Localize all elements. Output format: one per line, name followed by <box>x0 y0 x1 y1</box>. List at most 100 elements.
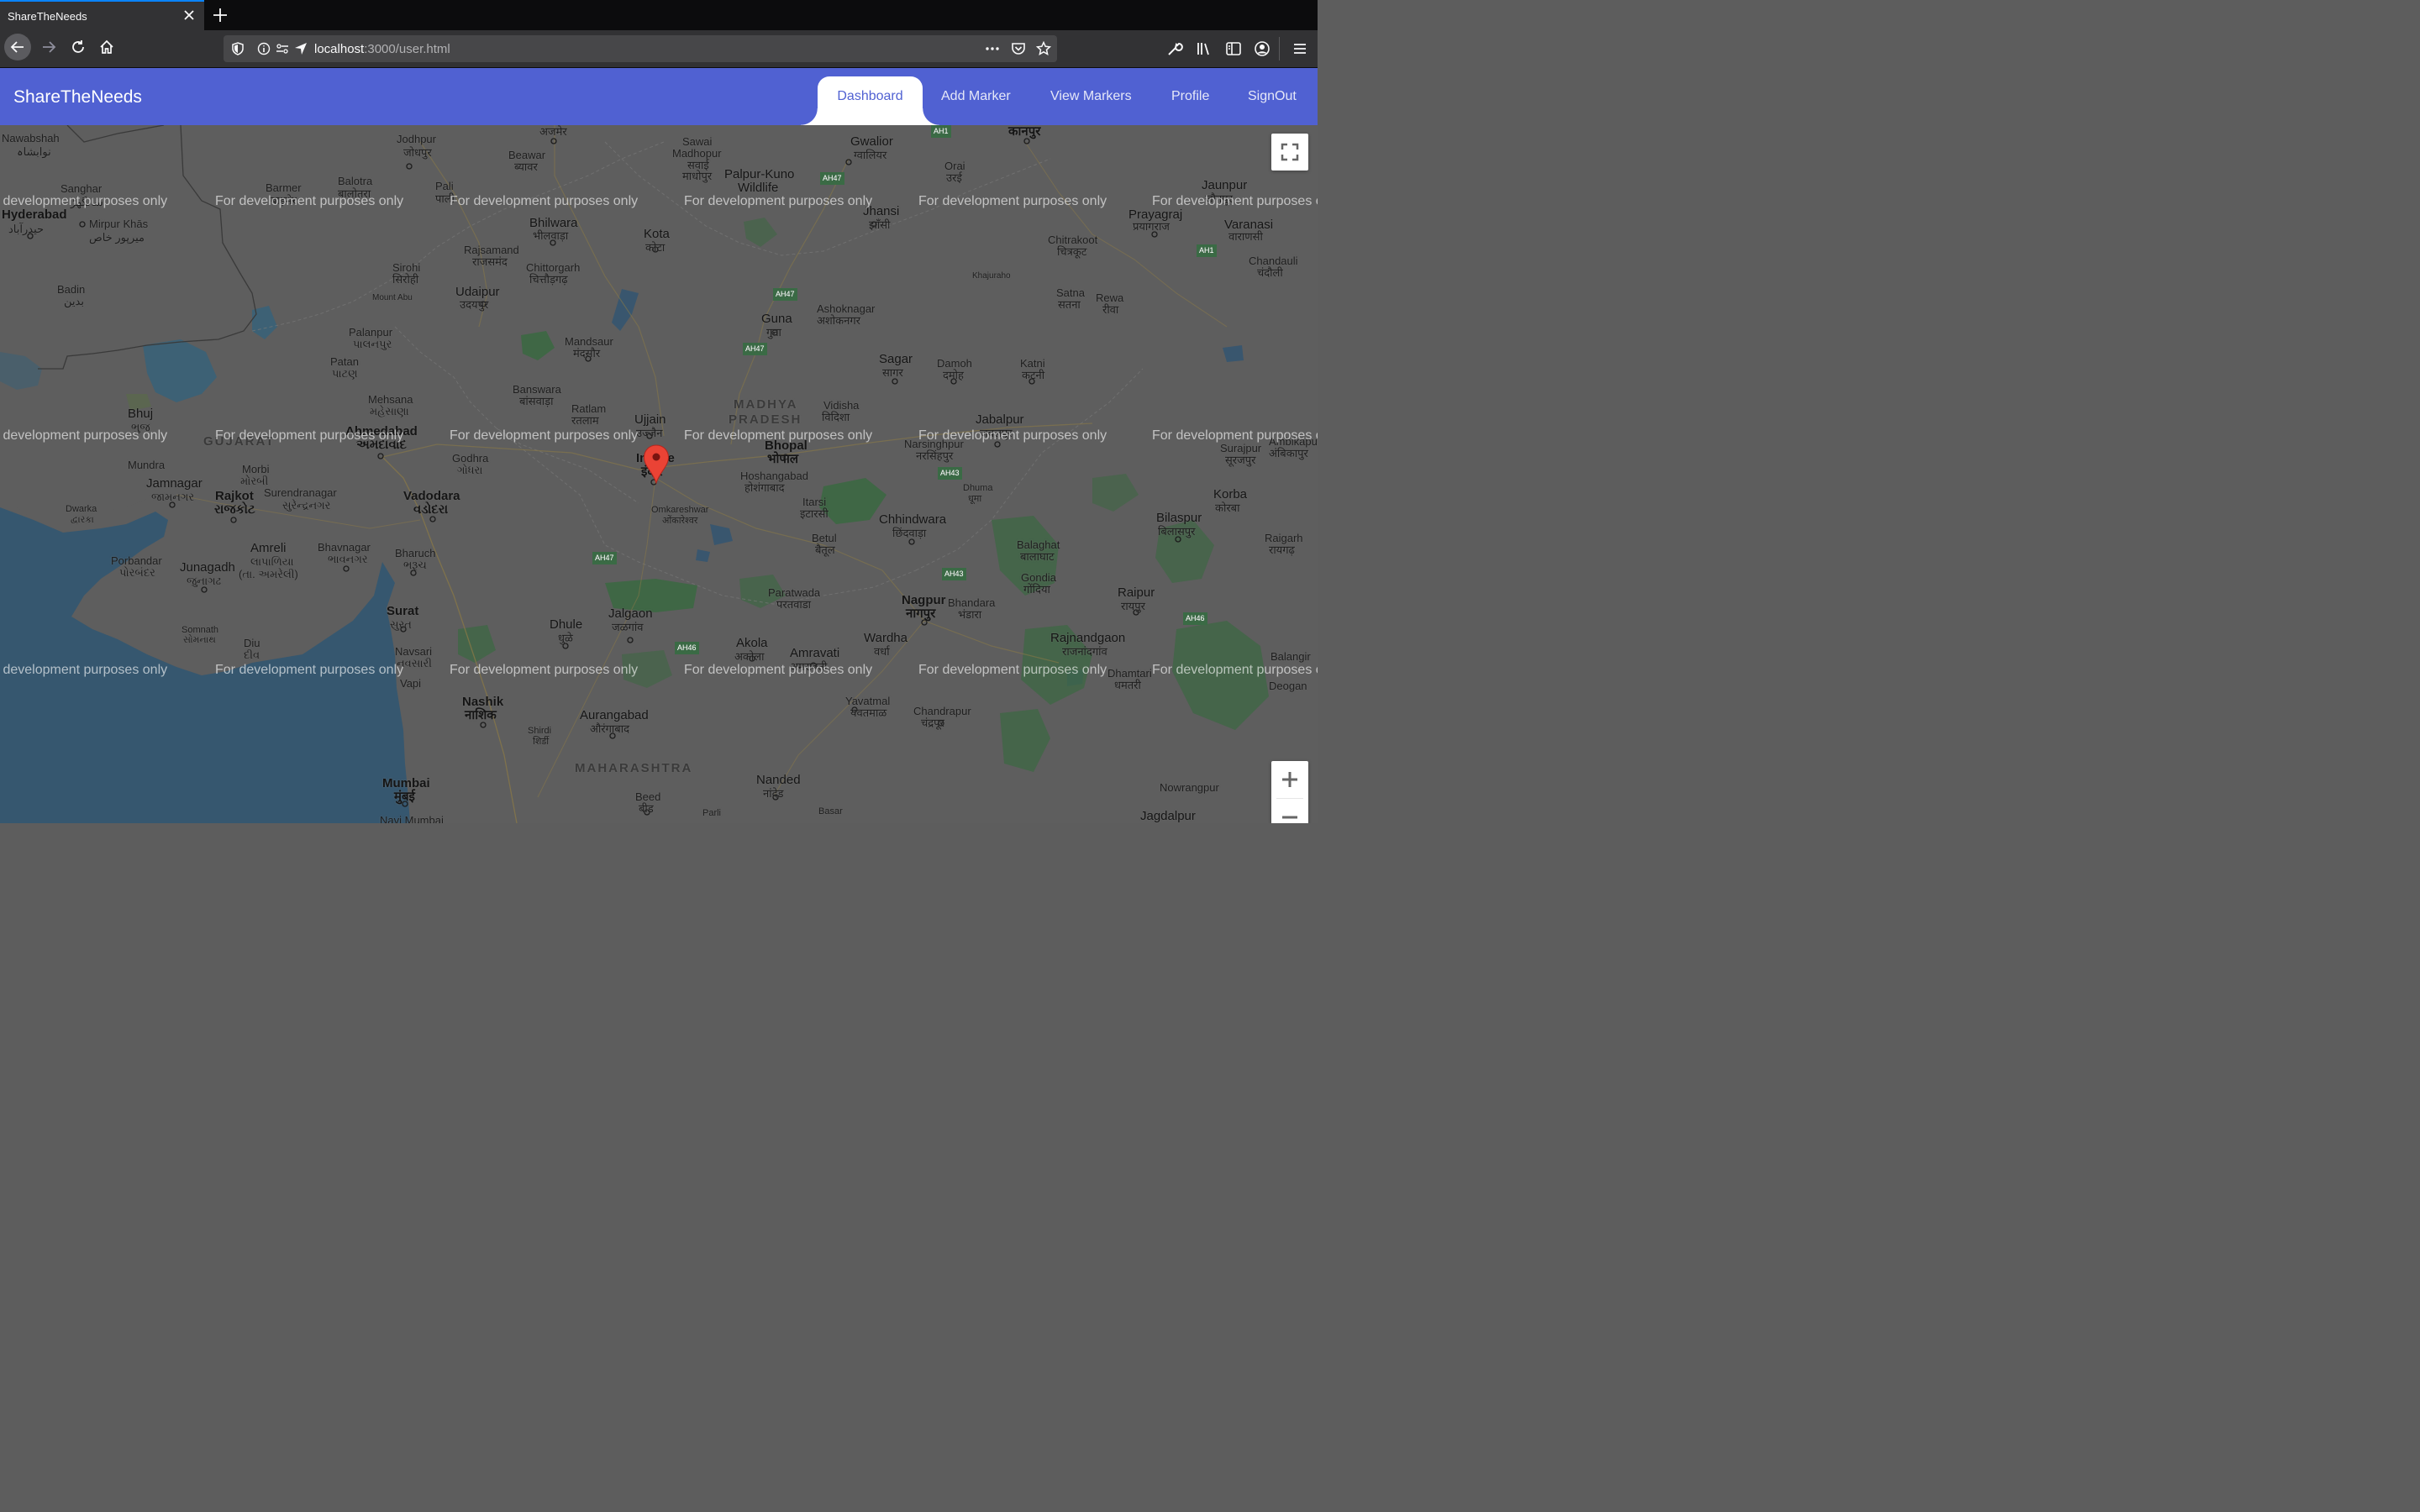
place-label: Bilaspur <box>1156 511 1202 525</box>
home-button[interactable] <box>93 34 120 60</box>
place-label: Korba <box>1213 487 1248 501</box>
place-label: Junagadh <box>180 560 235 575</box>
location-arrow-icon[interactable] <box>294 42 308 55</box>
place-label: Chandrapur <box>913 705 971 717</box>
shield-icon[interactable] <box>231 42 245 55</box>
sidebar-icon[interactable] <box>1225 40 1242 57</box>
zoom-out-button[interactable] <box>1271 799 1308 823</box>
info-icon[interactable] <box>257 42 271 55</box>
dev-watermark: For development purposes only <box>0 194 168 208</box>
zoom-control <box>1271 761 1308 823</box>
plus-icon[interactable] <box>212 7 229 24</box>
place-label: नांदेड <box>763 787 784 800</box>
fullscreen-button[interactable] <box>1271 134 1308 171</box>
place-label: بدین <box>64 295 84 307</box>
place-label: रायपुर <box>1121 600 1145 612</box>
place-label: वर्धा <box>874 645 890 658</box>
back-button[interactable] <box>4 34 31 60</box>
place-label: Balangir <box>1270 650 1311 663</box>
place-label: વડોદરા <box>413 502 449 517</box>
place-label: Rajkot <box>215 489 254 503</box>
library-icon[interactable] <box>1196 40 1213 57</box>
account-icon[interactable] <box>1254 40 1270 57</box>
place-label: Bhilwara <box>529 216 578 230</box>
place-label: Bhandara <box>948 596 996 609</box>
nav-add-marker[interactable]: Add Marker <box>941 89 1011 104</box>
browser-tab[interactable]: ShareTheNeeds <box>0 0 204 30</box>
map-marker-pin-icon[interactable] <box>643 444 670 485</box>
place-label: चित्रकूट <box>1057 245 1087 258</box>
wrench-icon[interactable] <box>1166 40 1183 57</box>
place-label: चंदौली <box>1257 266 1283 279</box>
place-label: દીવ <box>244 648 260 661</box>
place-label: बालाघाट <box>1020 550 1055 563</box>
place-label: Chhindwara <box>879 512 947 527</box>
dev-watermark: For development purposes only <box>684 194 873 208</box>
nav-profile[interactable]: Profile <box>1171 89 1209 104</box>
zoom-in-button[interactable] <box>1271 761 1308 798</box>
place-label: Jaunpur <box>1202 178 1248 192</box>
place-label: જુનાગઢ <box>187 575 222 587</box>
place-label: Godhra <box>452 452 489 465</box>
place-label: Mumbai <box>382 776 430 790</box>
nav-dashboard[interactable]: Dashboard <box>801 76 939 125</box>
place-label: जोधपुर <box>403 146 432 159</box>
url-text[interactable]: localhost:3000/user.html <box>314 42 450 56</box>
dev-watermark: For development purposes only <box>918 194 1107 208</box>
nav-signout[interactable]: SignOut <box>1248 89 1297 104</box>
dev-watermark: For development purposes only <box>450 428 639 443</box>
place-label: Satna <box>1056 286 1085 299</box>
place-label: बिलासपुर <box>1158 525 1196 538</box>
place-label: (તા. અમરેલી) <box>239 568 298 580</box>
place-label: Jamnagar <box>146 476 203 491</box>
reload-icon <box>72 40 84 53</box>
place-label: रायगढ़ <box>1269 543 1295 556</box>
place-label: Sawai <box>682 135 713 148</box>
dev-watermark: For development purposes only <box>684 663 873 677</box>
url-bar[interactable]: localhost:3000/user.html <box>224 35 1057 62</box>
place-label: Mandsaur <box>565 335 613 348</box>
home-icon <box>100 39 113 54</box>
place-label: Barmer <box>266 181 302 194</box>
reload-button[interactable] <box>65 34 92 60</box>
hamburger-menu-icon[interactable] <box>1292 40 1308 57</box>
place-label: જામનગર <box>151 491 195 503</box>
place-label: ભાવનગર <box>328 553 368 565</box>
url-host: localhost <box>314 42 365 56</box>
place-label: Sanghar <box>60 182 103 195</box>
plus-icon <box>1282 772 1297 787</box>
fullscreen-icon <box>1281 143 1299 161</box>
state-label: MADHYA <box>734 397 798 412</box>
place-label: Mount Abu <box>372 293 413 302</box>
place-label: Chitrakoot <box>1048 234 1098 246</box>
map-canvas[interactable]: Nawabshah نوابشاہ Sanghar سانگھڑ Hyderab… <box>0 125 1318 823</box>
app-header: ShareTheNeeds Dashboard Add Marker View … <box>0 68 1318 125</box>
star-icon[interactable] <box>1036 41 1051 56</box>
url-path: :3000/user.html <box>364 42 450 56</box>
pocket-icon[interactable] <box>1011 41 1026 56</box>
more-icon[interactable] <box>985 42 1000 55</box>
place-label: Amreli <box>250 541 287 555</box>
highway-shield: AH1 <box>1197 244 1217 257</box>
place-label: Dhamtari <box>1107 667 1152 680</box>
place-label: Nanded <box>756 773 801 787</box>
highway-shield: AH46 <box>675 642 699 654</box>
place-label: میرپور خاص <box>89 231 145 244</box>
nav-view-markers[interactable]: View Markers <box>1050 89 1132 104</box>
place-label: राजसमंद <box>472 255 508 268</box>
permissions-icon[interactable] <box>276 42 289 55</box>
place-label: चित्तौड़गढ़ <box>529 273 568 286</box>
forward-button[interactable] <box>35 34 62 60</box>
browser-tab-strip: ShareTheNeeds <box>0 0 1318 30</box>
place-label: Khajuraho <box>972 271 1011 281</box>
place-label: સુરત <box>390 618 412 631</box>
close-icon[interactable] <box>182 8 197 23</box>
place-label: Bhavnagar <box>318 541 371 554</box>
place-label: Wildlife <box>738 181 779 195</box>
place-label: Katni <box>1020 357 1045 370</box>
place-label: Jabalpur <box>976 412 1024 427</box>
brand-title[interactable]: ShareTheNeeds <box>13 87 142 108</box>
dev-watermark: For development purposes only <box>450 194 639 208</box>
place-label: भीलवाड़ा <box>533 229 569 242</box>
place-label: Vapi <box>400 677 422 690</box>
